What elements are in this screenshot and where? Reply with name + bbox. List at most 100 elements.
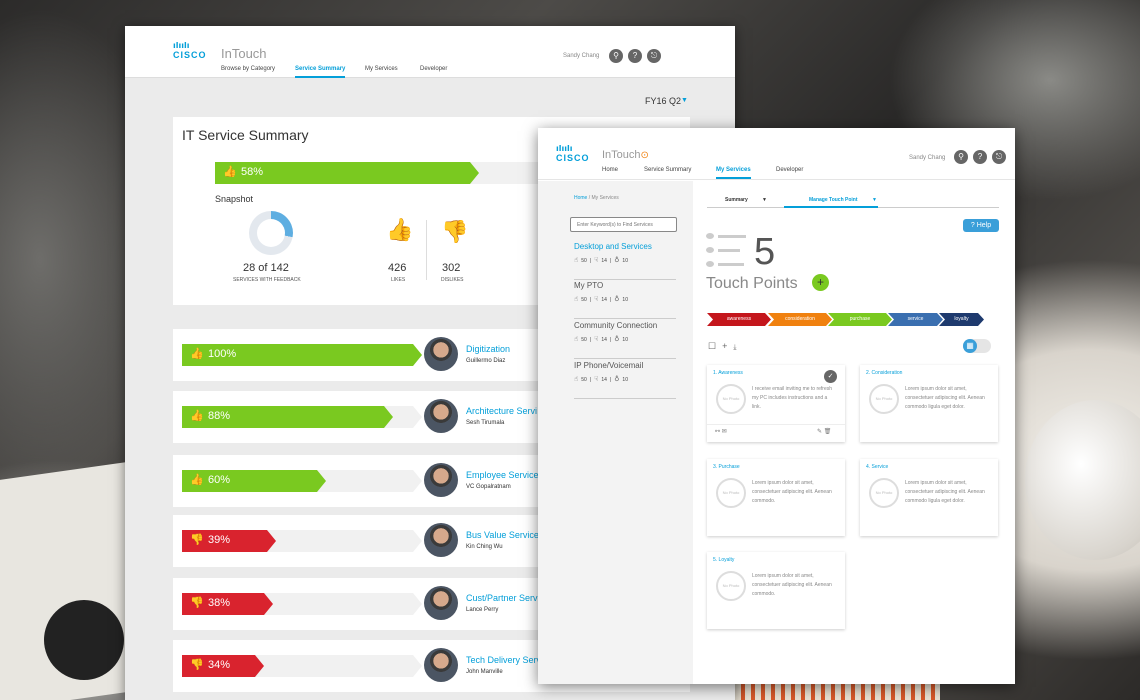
rating-bar: 👍 60% <box>182 470 422 492</box>
help-button[interactable]: ? Help <box>963 219 999 232</box>
touch-point-card[interactable]: 2. Consideration No Photo Lorem ipsum dolo… <box>860 365 998 442</box>
rating-label: 60% <box>208 474 231 486</box>
service-name-link[interactable]: Digitization <box>466 344 510 354</box>
intouch-badge-icon: ⊙ <box>640 150 649 161</box>
service-list-item[interactable]: My PTO ☝ 50 | ☟ 14 | ♁ 10 <box>574 281 676 319</box>
tab-summary[interactable]: Summary <box>725 197 748 203</box>
help-icon[interactable]: ? <box>973 150 987 164</box>
service-name[interactable]: Desktop and Services <box>574 242 652 251</box>
rating-label: 39% <box>208 534 231 546</box>
nav-developer[interactable]: Developer <box>420 66 447 72</box>
list-bullet <box>706 247 714 253</box>
thumbs-up-icon: ☝ <box>574 375 579 383</box>
rating-bar: 👎 38% <box>182 593 422 615</box>
header: ılıılı CISCO InTouch⊙ Home Service Summar… <box>538 128 1015 180</box>
photo-placeholder: No Photo <box>716 384 746 414</box>
card-title[interactable]: 3. Purchase <box>713 464 740 470</box>
card-title[interactable]: 4. Service <box>866 464 888 470</box>
nav-service-summary[interactable]: Service Summary <box>295 66 346 78</box>
cisco-logo: ılıılı CISCO <box>173 41 207 61</box>
cisco-logo: ılıılı CISCO <box>556 144 590 164</box>
idea-bulb-icon: ♁ <box>614 295 620 303</box>
nav-home[interactable]: Home <box>602 167 618 173</box>
tab-manage-touch-point[interactable]: Manage Touch Point <box>784 194 878 208</box>
download-icon[interactable]: ⤓ <box>733 344 736 351</box>
search-icon[interactable]: ⚲ <box>954 150 968 164</box>
nav-developer[interactable]: Developer <box>776 167 803 173</box>
snapshot-heading: Snapshot <box>215 194 254 204</box>
edit-icon[interactable]: ✎ <box>817 429 822 435</box>
nav-my-services[interactable]: My Services <box>716 167 751 179</box>
likes-label: LIKES <box>391 277 406 283</box>
add-touch-point-button[interactable]: + <box>812 274 829 291</box>
idea-bulb-icon: ♁ <box>614 335 620 343</box>
service-name-link[interactable]: Employee Service <box>466 470 539 480</box>
journey-step-consideration[interactable]: consideration <box>768 313 832 326</box>
service-name-link[interactable]: Tech Delivery Serv <box>466 655 541 665</box>
rating-bar: 👎 39% <box>182 530 422 552</box>
dislikes-count: 302 <box>442 262 461 274</box>
thumbs-up-icon: 👍 <box>386 217 414 242</box>
avatar <box>424 399 458 433</box>
journey-step-loyalty[interactable]: loyalty <box>939 313 984 326</box>
journey-step-service[interactable]: service <box>888 313 943 326</box>
list-bullet <box>706 261 714 267</box>
journey-step-purchase[interactable]: purchase <box>828 313 892 326</box>
chevron-down-icon[interactable]: ▼ <box>762 197 767 203</box>
chevron-down-icon[interactable]: ▼ <box>872 197 877 203</box>
divider <box>707 424 845 425</box>
check-icon[interactable]: ✓ <box>824 370 837 383</box>
grid-view-icon[interactable]: ▦ <box>963 339 977 353</box>
nav-service-summary[interactable]: Service Summary <box>644 167 691 173</box>
thumbs-up-icon: 👍 <box>190 410 204 422</box>
touch-point-card[interactable]: 5. Loyalty No Photo Lorem ipsum dolor sit … <box>707 552 845 629</box>
service-name[interactable]: My PTO <box>574 281 603 290</box>
select-all-checkbox[interactable]: ☐ <box>708 341 716 351</box>
toolbar: ☐ + ⤓ <box>708 341 742 352</box>
card-title[interactable]: 2. Consideration <box>866 370 902 376</box>
service-list-item[interactable]: Desktop and Services ☝ 50 | ☟ 14 | ♁ 10 <box>574 242 676 280</box>
service-name-link[interactable]: Cust/Partner Serv <box>466 593 538 603</box>
quarter-select[interactable]: FY16 Q2 <box>645 96 681 106</box>
chevron-down-icon[interactable]: ▼ <box>681 97 688 104</box>
feedback-label: SERVICES WITH FEEDBACK <box>233 277 301 283</box>
photo-placeholder: No Photo <box>716 571 746 601</box>
mail-icon[interactable]: ✉ <box>722 429 727 435</box>
trash-icon[interactable]: 🗑 <box>824 429 832 435</box>
service-name[interactable]: IP Phone/Voicemail <box>574 361 643 370</box>
service-name[interactable]: Community Connection <box>574 321 657 330</box>
help-icon[interactable]: ? <box>628 49 642 63</box>
thumbs-up-icon: 👍 <box>190 474 204 486</box>
background-box <box>735 684 940 700</box>
user-name[interactable]: Sandy Chang <box>563 53 599 59</box>
logout-icon[interactable]: ⎋ <box>992 150 1006 164</box>
service-name-link[interactable]: Bus Value Service <box>466 530 539 540</box>
add-icon[interactable]: + <box>722 341 727 351</box>
avatar <box>424 463 458 497</box>
user-name[interactable]: Sandy Chang <box>909 155 945 161</box>
journey-step-awareness[interactable]: awareness <box>707 313 771 326</box>
header: ılıılı CISCO InTouch Browse by Category S… <box>125 26 735 78</box>
service-name-link[interactable]: Architecture Servi <box>466 406 537 416</box>
idea-bulb-icon: ♁ <box>614 375 620 383</box>
touch-points-label: Touch Points <box>706 275 798 292</box>
breadcrumb-home[interactable]: Home <box>574 195 587 201</box>
search-input[interactable] <box>570 217 677 232</box>
logout-icon[interactable]: ⎋ <box>647 49 661 63</box>
dislikes-count: 14 <box>601 258 607 264</box>
nav-my-services[interactable]: My Services <box>365 66 398 72</box>
card-description: I receive email inviting me to refresh m… <box>752 386 833 410</box>
nav-browse-by-category[interactable]: Browse by Category <box>221 66 275 72</box>
list-line <box>718 249 740 252</box>
card-title[interactable]: 1. Awareness <box>713 370 743 376</box>
touch-point-card[interactable]: 3. Purchase No Photo Lorem ipsum dolor sit… <box>707 459 845 536</box>
card-title[interactable]: 5. Loyalty <box>713 557 734 563</box>
tabs: Summary ▼ Manage Touch Point ▼ <box>707 194 999 208</box>
touch-point-card[interactable]: 4. Service No Photo Lorem ipsum dolor sit … <box>860 459 998 536</box>
link-icon[interactable]: ⚯ <box>715 429 720 435</box>
thumbs-down-icon: 👎 <box>190 597 204 609</box>
search-icon[interactable]: ⚲ <box>609 49 623 63</box>
touch-point-card[interactable]: 1. Awareness No Photo I receive email invi… <box>707 365 845 442</box>
service-list-item[interactable]: IP Phone/Voicemail ☝ 50 | ☟ 14 | ♁ 10 <box>574 361 676 399</box>
service-list-item[interactable]: Community Connection ☝ 50 | ☟ 14 | ♁ 10 <box>574 321 676 359</box>
